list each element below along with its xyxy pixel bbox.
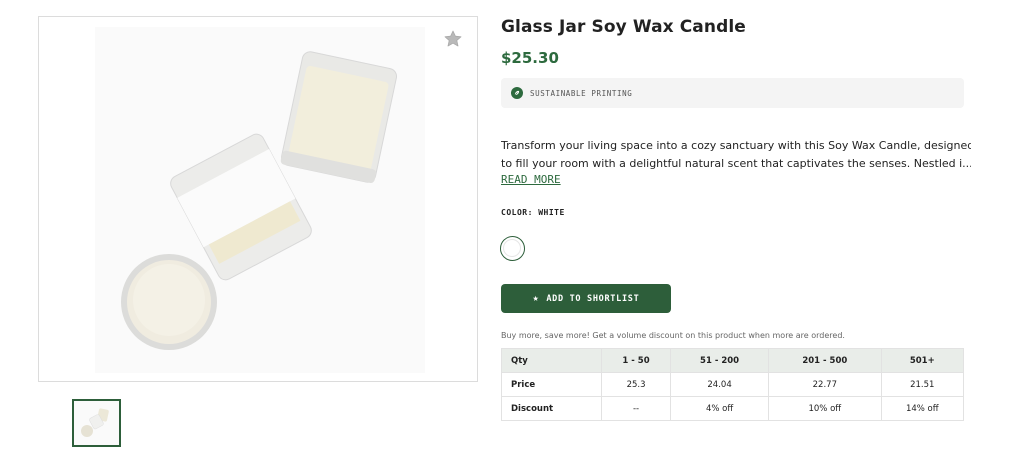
table-row: Price 25.3 24.04 22.77 21.51 — [501, 372, 965, 397]
table-cell: 10% off — [768, 396, 882, 421]
table-cell: 22.77 — [768, 372, 882, 397]
add-to-shortlist-button[interactable]: ★ ADD TO SHORTLIST — [501, 284, 671, 313]
star-icon: ★ — [532, 293, 540, 304]
table-cell: 25.3 — [600, 372, 672, 397]
volume-discount-note: Buy more, save more! Get a volume discou… — [501, 331, 845, 340]
product-main-image[interactable] — [38, 16, 478, 382]
product-price: $25.30 — [501, 49, 559, 67]
table-cell: 21.51 — [880, 372, 965, 397]
table-header-cell: 1 - 50 — [600, 348, 672, 373]
table-cell: 14% off — [880, 396, 965, 421]
table-row: Discount -- 4% off 10% off 14% off — [501, 396, 965, 421]
row-label: Discount — [501, 396, 602, 421]
candle-thumbnail-photo — [74, 401, 119, 445]
table-header-cell: 501+ — [880, 348, 965, 373]
description-line: Transform your living space into a cozy … — [501, 139, 971, 152]
product-description: Transform your living space into a cozy … — [501, 137, 971, 173]
sustainable-badge: SUSTAINABLE PRINTING — [501, 78, 964, 108]
description-line: to fill your room with a delightful natu… — [501, 157, 971, 170]
badge-text: SUSTAINABLE PRINTING — [530, 88, 633, 98]
shortlist-button-label: ADD TO SHORTLIST — [546, 293, 640, 304]
table-header-cell: 51 - 200 — [670, 348, 770, 373]
table-header-cell: Qty — [501, 348, 602, 373]
row-label: Price — [501, 372, 602, 397]
product-thumbnail[interactable] — [72, 399, 121, 447]
color-swatch-white[interactable] — [500, 236, 525, 261]
volume-pricing-table: Qty 1 - 50 51 - 200 201 - 500 501+ Price… — [501, 348, 965, 421]
color-label: COLOR: WHITE — [501, 208, 565, 217]
product-title: Glass Jar Soy Wax Candle — [501, 17, 746, 37]
table-cell: -- — [600, 396, 672, 421]
swatch-fill — [503, 239, 521, 257]
leaf-icon — [511, 87, 523, 99]
candle-photo — [95, 27, 425, 373]
table-header-row: Qty 1 - 50 51 - 200 201 - 500 501+ — [501, 348, 965, 373]
table-cell: 24.04 — [670, 372, 770, 397]
read-more-link[interactable]: READ MORE — [501, 173, 561, 186]
table-header-cell: 201 - 500 — [768, 348, 882, 373]
favorite-star-icon[interactable] — [443, 29, 463, 49]
table-cell: 4% off — [670, 396, 770, 421]
